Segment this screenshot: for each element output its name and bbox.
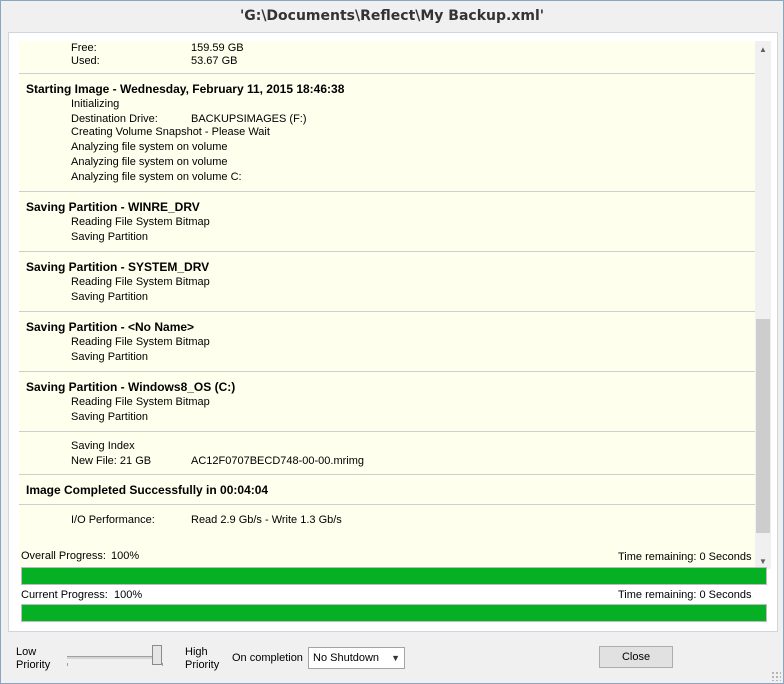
disk-summary-section: Free: 159.59 GB Used: 53.67 GB	[19, 41, 755, 74]
footer-bar: Low Priority High Priority On completion…	[1, 634, 783, 683]
section-title: Saving Partition - Windows8_OS (C:)	[26, 380, 236, 394]
scrollbar-thumb[interactable]	[756, 319, 770, 533]
backup-progress-window: 'G:\Documents\Reflect\My Backup.xml' Fre…	[0, 0, 784, 684]
close-button[interactable]: Close	[599, 646, 673, 668]
log-line: Reading File System Bitmap	[71, 216, 210, 228]
overall-progress-percent: 100%	[111, 550, 140, 562]
section-title: Image Completed Successfully in 00:04:04	[26, 483, 269, 497]
overall-progress-label: Overall Progress:	[21, 550, 106, 562]
on-completion-label: On completion	[232, 652, 303, 664]
chevron-down-icon: ▼	[391, 653, 400, 663]
log-value: 159.59 GB	[191, 42, 244, 54]
starting-image-section: Starting Image - Wednesday, February 11,…	[19, 74, 755, 192]
current-progress-percent: 100%	[114, 589, 143, 601]
partition-section: Saving Partition - <No Name> Reading Fil…	[19, 312, 755, 372]
section-title: Saving Partition - <No Name>	[26, 320, 195, 334]
log-line: Saving Partition	[71, 351, 149, 363]
log-value: 53.67 GB	[191, 55, 238, 67]
section-title: Saving Partition - SYSTEM_DRV	[26, 260, 210, 274]
window-title: 'G:\Documents\Reflect\My Backup.xml'	[1, 1, 783, 32]
log-line: Saving Index	[71, 440, 135, 452]
log-line: Reading File System Bitmap	[71, 396, 210, 408]
log-label: I/O Performance:	[71, 514, 155, 526]
log-line: Creating Volume Snapshot - Please Wait	[71, 126, 270, 138]
index-section: Saving Index New File: 21 GB AC12F0707BE…	[19, 432, 755, 475]
high-priority-label-2: Priority	[185, 659, 220, 671]
log-label: New File: 21 GB	[71, 455, 152, 467]
current-progress-fill	[22, 605, 766, 621]
log-value: Read 2.9 Gb/s - Write 1.3 Gb/s	[191, 514, 342, 526]
partition-section: Saving Partition - Windows8_OS (C:) Read…	[19, 372, 755, 432]
on-completion-select[interactable]: No Shutdown ▼	[308, 647, 405, 669]
log-value: BACKUPSIMAGES (F:)	[191, 113, 307, 125]
backup-log: Free: 159.59 GB Used: 53.67 GB Starting …	[19, 41, 755, 569]
priority-slider-track[interactable]	[67, 656, 161, 659]
current-progress-bar	[21, 604, 767, 622]
log-line: Saving Partition	[71, 231, 149, 243]
partition-section: Saving Partition - WINRE_DRV Reading Fil…	[19, 192, 755, 252]
scroll-up-arrow-icon[interactable]: ▲	[755, 41, 771, 57]
overall-progress-bar	[21, 567, 767, 585]
overall-progress-fill	[22, 568, 766, 584]
log-line: Reading File System Bitmap	[71, 276, 210, 288]
high-priority-label: High	[185, 646, 208, 658]
section-title: Saving Partition - WINRE_DRV	[26, 200, 200, 214]
log-line: Initializing	[71, 98, 120, 110]
current-progress-label: Current Progress:	[21, 589, 108, 601]
resize-grip-icon[interactable]	[771, 671, 781, 681]
performance-section: I/O Performance: Read 2.9 Gb/s - Write 1…	[19, 505, 755, 545]
current-time-remaining: Time remaining: 0 Seconds	[618, 589, 752, 601]
log-line: Analyzing file system on volume	[71, 156, 228, 168]
log-label: Destination Drive:	[71, 113, 158, 125]
completed-section: Image Completed Successfully in 00:04:04	[19, 475, 755, 505]
log-line: Analyzing file system on volume C:	[71, 171, 242, 183]
log-line: Analyzing file system on volume	[71, 141, 228, 153]
priority-slider-ticks	[67, 663, 163, 666]
log-line: Saving Partition	[71, 411, 149, 423]
log-line: Reading File System Bitmap	[71, 336, 210, 348]
on-completion-value: No Shutdown	[313, 652, 380, 664]
low-priority-label: Low	[16, 646, 37, 658]
log-line: Saving Partition	[71, 291, 149, 303]
section-title: Starting Image - Wednesday, February 11,…	[26, 82, 345, 96]
overall-time-remaining: Time remaining: 0 Seconds	[618, 551, 752, 563]
log-scrollbar[interactable]: ▲ ▼	[755, 41, 771, 569]
log-value: AC12F0707BECD748-00-00.mrimg	[191, 455, 365, 467]
partition-section: Saving Partition - SYSTEM_DRV Reading Fi…	[19, 252, 755, 312]
log-label: Free:	[71, 42, 97, 54]
low-priority-label-2: Priority	[16, 659, 51, 671]
log-label: Used:	[71, 55, 100, 67]
client-area: Free: 159.59 GB Used: 53.67 GB Starting …	[8, 32, 778, 632]
priority-slider-thumb[interactable]	[152, 645, 162, 665]
